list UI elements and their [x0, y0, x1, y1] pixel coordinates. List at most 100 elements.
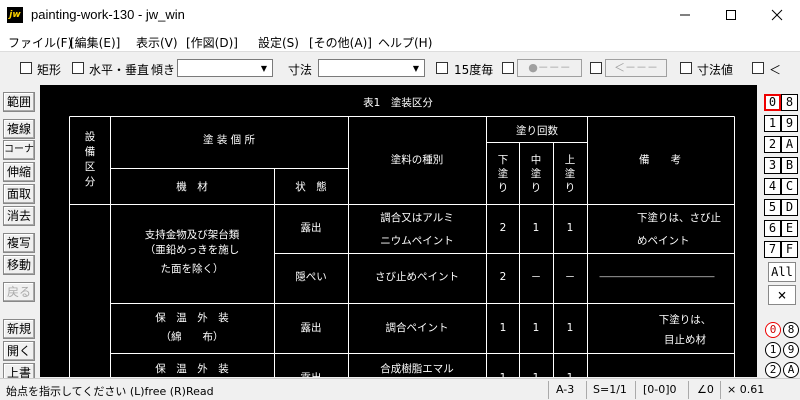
header-category-4: 分 [85, 176, 96, 188]
menu-settings[interactable]: 設定(S) [258, 34, 299, 51]
header-material: 機 材 [176, 180, 208, 193]
row2-top: － [565, 271, 576, 283]
row3-remarks-1: 下塗りは、 [659, 313, 712, 326]
dim-combo[interactable]: ▼ [318, 59, 425, 77]
command-panel: 範囲 複線 コーナー 伸縮 面取 消去 複写 移動 戻る 新規 開く 上書 [0, 88, 40, 383]
row3-remarks-2: 目止め材 [664, 333, 706, 346]
layer-d-button[interactable]: D [781, 199, 798, 216]
angle-value[interactable]: ∠0 [697, 383, 714, 396]
lt-checkbox[interactable] [752, 62, 764, 74]
circle-mode-button[interactable]: ●－－－ [517, 59, 582, 77]
layer-f-button[interactable]: F [781, 241, 798, 258]
maximize-button[interactable] [708, 0, 754, 30]
group-a-button[interactable]: A [783, 362, 799, 378]
header-coats: 塗り回数 [516, 124, 558, 137]
row1-under: 2 [500, 222, 507, 234]
row1-middle: 1 [533, 222, 540, 234]
copy-button[interactable]: 複写 [3, 233, 35, 253]
tilt-combo[interactable]: ▼ [177, 59, 273, 77]
undo-button[interactable]: 戻る [3, 282, 35, 302]
hv-checkbox[interactable] [72, 62, 84, 74]
layer-8-button[interactable]: 8 [781, 94, 798, 111]
layer-c-button[interactable]: C [781, 178, 798, 195]
paper-size[interactable]: A-3 [556, 383, 574, 396]
row1-paint-2: ニウムペイント [380, 235, 454, 247]
layer-9-button[interactable]: 9 [781, 115, 798, 132]
group-2-button[interactable]: 2 [765, 362, 781, 378]
minimize-icon [680, 14, 690, 16]
header-top-2: 塗 [565, 167, 576, 180]
row1-material-3: た面を除く） [161, 262, 224, 275]
header-under-3: り [498, 182, 509, 194]
row1-state: 露出 [301, 221, 322, 234]
row3-top: 1 [567, 322, 574, 334]
offset-button[interactable]: 複線 [3, 119, 35, 139]
menu-draw[interactable]: [作図(D)] [186, 34, 238, 51]
layer-4-button[interactable]: 4 [764, 178, 781, 195]
deg15-checkbox[interactable] [436, 62, 448, 74]
zoom-value[interactable]: × 0.61 [727, 383, 764, 396]
header-category-3: 区 [85, 161, 96, 173]
status-separator [548, 381, 549, 399]
layer-b-button[interactable]: B [781, 157, 798, 174]
group-9-button[interactable]: 9 [783, 342, 799, 358]
corner-button[interactable]: コーナー [3, 140, 35, 173]
rect-checkbox[interactable] [20, 62, 32, 74]
dimval-label: 寸法値 [697, 63, 734, 77]
group-0-button[interactable]: 0 [765, 322, 781, 338]
row3-under: 1 [500, 322, 507, 334]
layer-7-button[interactable]: 7 [764, 241, 781, 258]
layer-status[interactable]: [0-0]0 [643, 383, 677, 396]
row1-material-2: （亜鉛めっきを施し [145, 243, 240, 256]
drawing-canvas[interactable]: 表1 塗装区分 設 備 区 分 塗 装 個 所 機 材 状 態 塗料の種別 塗り… [40, 85, 757, 377]
layer-all-button[interactable]: All [768, 262, 796, 282]
row4-top: 1 [567, 372, 574, 377]
group-8-button[interactable]: 8 [783, 322, 799, 338]
arrow-mode-button[interactable]: ＜－－－ [605, 59, 667, 77]
row1-material-1: 支持金物及び架台類 [145, 228, 240, 241]
layer-e-button[interactable]: E [781, 220, 798, 237]
menu-other[interactable]: [その他(A)] [309, 34, 372, 51]
layer-1-button[interactable]: 1 [764, 115, 781, 132]
row4-paint: 合成樹脂エマル [380, 362, 454, 375]
erase-button[interactable]: 消去 [3, 206, 35, 226]
layer-close-button[interactable]: × [768, 285, 796, 305]
menu-view[interactable]: 表示(V) [136, 34, 178, 51]
lt-label: ＜ [769, 63, 782, 77]
layer-5-button[interactable]: 5 [764, 199, 781, 216]
new-button[interactable]: 新規 [3, 319, 35, 339]
menu-edit[interactable]: [編集(E)] [70, 34, 120, 51]
header-under-2: 塗 [498, 167, 509, 180]
header-middle-1: 中 [531, 153, 542, 166]
scale-value[interactable]: S=1/1 [593, 383, 627, 396]
layer-a-button[interactable]: A [781, 136, 798, 153]
layer-3-button[interactable]: 3 [764, 157, 781, 174]
layer-2-button[interactable]: 2 [764, 136, 781, 153]
range-button[interactable]: 範囲 [3, 92, 35, 112]
status-message: 始点を指示してください (L)free (R)Read [6, 385, 214, 398]
move-button[interactable]: 移動 [3, 255, 35, 275]
layer-0-button[interactable]: 0 [764, 94, 781, 111]
dropdown-arrow-icon: ▼ [412, 63, 420, 73]
minimize-button[interactable] [662, 0, 708, 30]
layer-6-button[interactable]: 6 [764, 220, 781, 237]
title-bar: jw painting-work-130 - jw_win [0, 0, 800, 30]
header-top-1: 上 [565, 154, 576, 166]
arrow-mode-checkbox[interactable] [590, 62, 602, 74]
row4-under: 1 [500, 372, 507, 377]
hv-label: 水平・垂直 [89, 63, 150, 77]
open-button[interactable]: 開く [3, 341, 35, 361]
header-location: 塗 装 個 所 [203, 133, 256, 146]
header-category-1: 設 [85, 130, 96, 143]
menu-file[interactable]: ファイル(F) [8, 34, 72, 51]
group-1-button[interactable]: 1 [765, 342, 781, 358]
table-title: 表1 塗装区分 [363, 96, 433, 109]
header-middle-3: り [531, 182, 542, 194]
dimval-checkbox[interactable] [680, 62, 692, 74]
stretch-button[interactable]: 伸縮 [3, 162, 35, 182]
circle-mode-checkbox[interactable] [502, 62, 514, 74]
chamfer-button[interactable]: 面取 [3, 184, 35, 204]
close-button[interactable] [754, 0, 800, 30]
menu-help[interactable]: ヘルプ(H) [378, 34, 432, 51]
close-icon [771, 9, 783, 21]
